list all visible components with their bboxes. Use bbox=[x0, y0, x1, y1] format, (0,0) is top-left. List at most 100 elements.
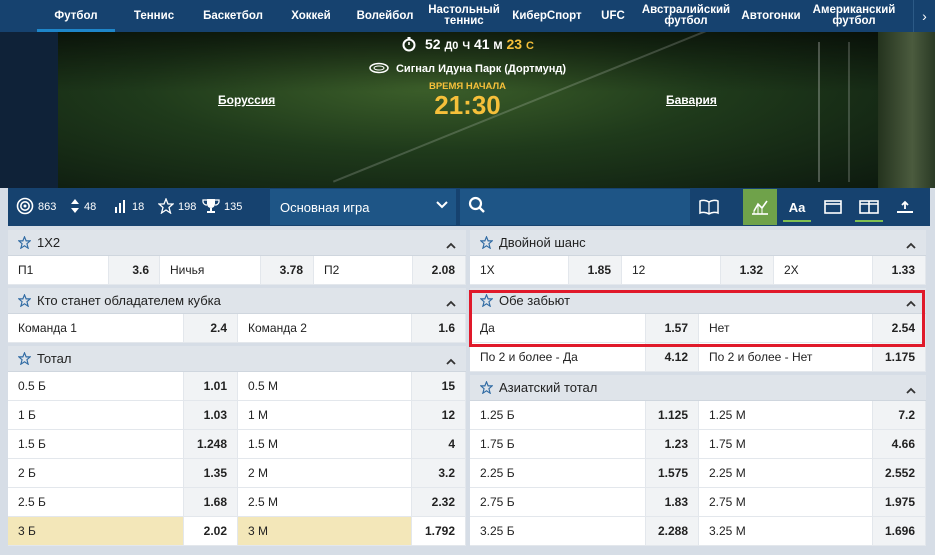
trophy-filter[interactable]: 135 bbox=[202, 188, 242, 226]
nav-item-tennis[interactable]: Теннис bbox=[115, 0, 193, 32]
odds-button[interactable]: 1.575 bbox=[645, 459, 699, 487]
nav-label: Футбол bbox=[54, 9, 98, 22]
odds-button[interactable]: 3.6 bbox=[108, 256, 160, 284]
counter-value: 48 bbox=[84, 201, 97, 213]
odds-button[interactable]: 1.792 bbox=[411, 517, 466, 545]
market-header[interactable]: Азиатский тотал bbox=[470, 375, 926, 401]
market-header[interactable]: Кто станет обладателем кубка bbox=[8, 288, 466, 314]
sort-arrows-icon bbox=[70, 198, 84, 217]
odds-button[interactable]: 4.66 bbox=[872, 430, 926, 458]
star-icon[interactable] bbox=[480, 294, 493, 307]
odds-button[interactable]: 2.4 bbox=[183, 314, 238, 342]
odds-button[interactable]: 7.2 bbox=[872, 401, 926, 429]
odds-button[interactable]: 2.02 bbox=[183, 517, 238, 545]
stats-filter[interactable]: 18 bbox=[114, 188, 144, 226]
outcome-name: 12 bbox=[632, 263, 646, 277]
search-input[interactable] bbox=[460, 189, 690, 225]
odds-button[interactable]: 1.175 bbox=[872, 343, 926, 371]
search-icon bbox=[468, 196, 486, 219]
odds-button[interactable]: 2.552 bbox=[872, 459, 926, 487]
home-team-link[interactable]: Боруссия bbox=[218, 93, 275, 107]
nav-label: Волейбол bbox=[356, 9, 414, 22]
odds-button[interactable]: 1.01 bbox=[183, 372, 238, 400]
chevron-up-icon[interactable] bbox=[446, 353, 456, 368]
nav-item-hockey[interactable]: Хоккей bbox=[273, 0, 349, 32]
outcome-name: 0.5 Б bbox=[18, 379, 46, 393]
chevron-right-icon[interactable]: › bbox=[913, 0, 935, 32]
star-icon[interactable] bbox=[18, 294, 31, 307]
chevron-up-icon[interactable] bbox=[446, 295, 456, 310]
odds-button[interactable]: 3.78 bbox=[260, 256, 314, 284]
outcome-name: 3.25 Б bbox=[480, 524, 515, 538]
nav-item-american-football[interactable]: Американский футбол bbox=[809, 0, 899, 32]
book-icon[interactable] bbox=[692, 189, 726, 225]
odds-button[interactable]: 1.68 bbox=[183, 488, 238, 516]
odds-row: 1.5 Б 1.248 1.5 М 4 bbox=[8, 430, 466, 459]
chevron-up-icon[interactable] bbox=[906, 295, 916, 310]
odds-button[interactable]: 2.32 bbox=[411, 488, 466, 516]
odds-button[interactable]: 1.6 bbox=[411, 314, 466, 342]
odds-button[interactable]: 2.54 bbox=[872, 314, 926, 342]
odds-button[interactable]: 1.35 bbox=[183, 459, 238, 487]
odds-button[interactable]: 1.696 bbox=[872, 517, 926, 545]
odds-button[interactable]: 1.23 bbox=[645, 430, 699, 458]
outcome-name: 2.5 Б bbox=[18, 495, 46, 509]
nav-item-volleyball[interactable]: Волейбол bbox=[349, 0, 421, 32]
nav-item-esports[interactable]: КиберСпорт bbox=[507, 0, 587, 32]
nav-item-australian-football[interactable]: Австралийский футбол bbox=[639, 0, 733, 32]
odds-button[interactable]: 2.08 bbox=[412, 256, 466, 284]
market-header[interactable]: Тотал bbox=[8, 346, 466, 372]
pin-icon[interactable] bbox=[888, 189, 922, 225]
odds-button[interactable]: 1.32 bbox=[720, 256, 774, 284]
nav-item-motorsport[interactable]: Автогонки bbox=[733, 0, 809, 32]
odds-row: 1Х 1.85 12 1.32 2Х 1.33 bbox=[470, 256, 926, 285]
nav-item-ufc[interactable]: UFC bbox=[587, 0, 639, 32]
star-icon[interactable] bbox=[480, 381, 493, 394]
market-header[interactable]: 1Х2 bbox=[8, 230, 466, 256]
odds-button[interactable]: 1.975 bbox=[872, 488, 926, 516]
outcome-name: 1 М bbox=[248, 408, 269, 422]
minutes-unit: М bbox=[493, 40, 503, 52]
odds-button[interactable]: 4 bbox=[411, 430, 466, 458]
market-asian-total: Азиатский тотал 1.25 Б 1.125 1.25 М 7.2 … bbox=[470, 375, 926, 546]
active-underline bbox=[783, 220, 811, 222]
odds-button[interactable]: 1.03 bbox=[183, 401, 238, 429]
single-column-icon[interactable] bbox=[816, 189, 850, 225]
market-group-select[interactable]: Основная игра bbox=[270, 189, 456, 225]
star-icon[interactable] bbox=[18, 352, 31, 365]
away-team-link[interactable]: Бавария bbox=[666, 93, 717, 107]
market-header[interactable]: Обе забьют bbox=[470, 288, 926, 314]
odds-button[interactable]: 15 bbox=[411, 372, 466, 400]
odds-button[interactable]: 1.83 bbox=[645, 488, 699, 516]
font-size-icon[interactable]: Aa bbox=[780, 189, 814, 225]
chevron-up-icon[interactable] bbox=[906, 237, 916, 252]
start-time: 21:30 bbox=[434, 90, 501, 120]
counter-value: 135 bbox=[224, 201, 243, 213]
chevron-up-icon[interactable] bbox=[446, 237, 456, 252]
odds-button[interactable]: 1.125 bbox=[645, 401, 699, 429]
seconds-unit: С bbox=[525, 40, 534, 52]
sport-nav: Футбол Теннис Баскетбол Хоккей Волейбол … bbox=[0, 0, 935, 32]
market-header[interactable]: Двойной шанс bbox=[470, 230, 926, 256]
odds-button[interactable]: 4.12 bbox=[645, 343, 699, 371]
sort-filter[interactable]: 48 bbox=[70, 188, 96, 226]
odds-button[interactable]: 3.2 bbox=[411, 459, 466, 487]
star-icon[interactable] bbox=[480, 236, 493, 249]
odds-button[interactable]: 1.85 bbox=[568, 256, 622, 284]
nav-item-table-tennis[interactable]: Настольный теннис bbox=[421, 0, 507, 32]
odds-button[interactable]: 1.57 bbox=[645, 314, 699, 342]
odds-button[interactable]: 2.288 bbox=[645, 517, 699, 545]
stats-icon[interactable] bbox=[743, 189, 777, 225]
nav-item-basketball[interactable]: Баскетбол bbox=[193, 0, 273, 32]
odds-button[interactable]: 12 bbox=[411, 401, 466, 429]
nav-label: Настольный теннис bbox=[428, 4, 500, 27]
all-markets-filter[interactable]: 863 bbox=[16, 188, 56, 226]
odds-button[interactable]: 1.33 bbox=[872, 256, 926, 284]
chevron-up-icon[interactable] bbox=[906, 382, 916, 397]
favorites-filter[interactable]: 198 bbox=[157, 188, 196, 226]
odds-button[interactable]: 1.248 bbox=[183, 430, 238, 458]
nav-item-football[interactable]: Футбол bbox=[37, 0, 115, 32]
market-title: Кто станет обладателем кубка bbox=[37, 293, 221, 308]
two-column-icon[interactable] bbox=[852, 189, 886, 225]
star-icon[interactable] bbox=[18, 236, 31, 249]
